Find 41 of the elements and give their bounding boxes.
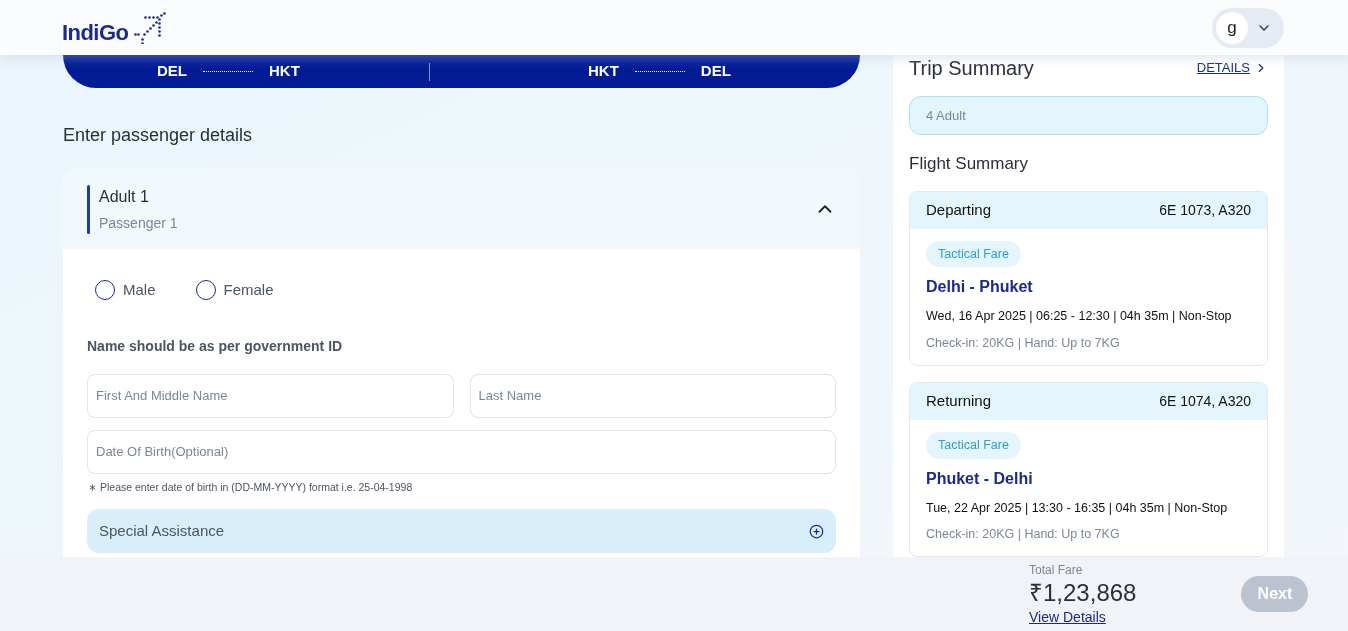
airport-code: HKT [269,61,300,82]
text-field[interactable]: First And Middle Name [87,373,454,418]
airport-code: HKT [588,61,619,82]
flight-number: 6E 1074, A320 [1159,391,1251,411]
airport-code: DEL [700,61,731,82]
gender-radio[interactable]: Female [195,279,274,302]
passenger-title: Adult 1 [99,186,150,207]
airport-code: DEL [157,61,187,82]
baggage-info: Check-in: 20KG | Hand: Up to 7KG [926,526,1120,544]
section-title: Enter passenger details [63,124,254,147]
flight-route: Phuket - Delhi [926,468,1033,489]
user-menu-button[interactable]: g [1212,7,1284,48]
flight-number: 6E 1073, A320 [1159,200,1251,220]
flight-direction: Departing [926,199,992,220]
dob-hint: Please enter date of birth in (DD-MM-YYYY) format i.e. 25-04-1998 [100,479,413,495]
flight-direction: Returning [926,391,992,411]
total-fare-label: Total Fare [1029,561,1084,579]
passenger-subtitle: Passenger 1 [99,213,178,233]
plus-circle-icon [809,523,824,539]
view-details-link[interactable]: View Details [1029,606,1137,628]
traveller-count-box: 4 Adult [909,96,1268,135]
gender-radio[interactable]: Male [95,279,156,302]
fare-tag: Tactical Fare [926,431,1021,459]
flight-route: Delhi - Phuket [926,277,1033,298]
name-note: Name should be as per government ID [87,336,344,356]
special-assistance-toggle[interactable]: Special Assistance [87,509,836,554]
flight-schedule: Tue, 22 Apr 2025 | 13:30 - 16:35 | 04h 35m | Non-Stop [926,499,1228,517]
total-fare-amount: ₹1,23,868 [1029,578,1137,607]
user-avatar: g [1216,11,1248,44]
flight-schedule: Wed, 16 Apr 2025 | 06:25 - 12:30 | 04h 35m | Non-Stop [926,308,1232,326]
details-link[interactable]: DETAILS [1196,58,1268,78]
fare-tag: Tactical Fare [926,240,1021,268]
plane-dots-icon [132,11,167,44]
passenger-accordion-header[interactable]: Adult 1 Passenger 1 [63,169,860,249]
text-field[interactable]: Last Name [469,373,836,418]
baggage-info: Check-in: 20KG | Hand: Up to 7KG [926,335,1120,352]
asterisk-icon [87,481,98,493]
logo-wordmark: IndiGo [62,21,129,44]
panel-title: Trip Summary [909,56,1034,81]
flight-summary-title: Flight Summary [909,153,1030,175]
text-field[interactable]: Date Of Birth(Optional) [87,429,836,474]
